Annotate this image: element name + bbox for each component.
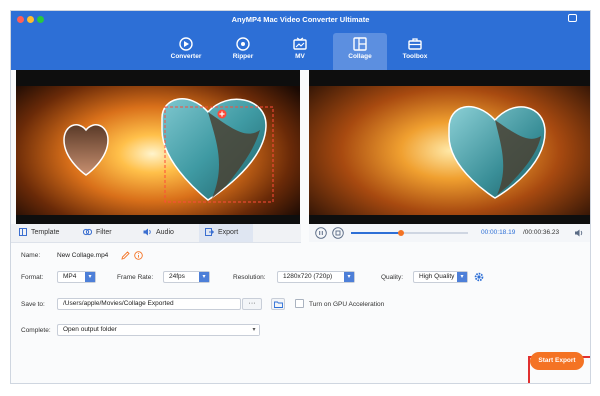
chevron-down-icon: ▾ (344, 272, 354, 282)
progress-fill (351, 232, 402, 234)
tab-filter[interactable]: Filter (82, 224, 112, 242)
chevron-down-icon: ▾ (249, 325, 259, 335)
browse-button[interactable]: ··· (242, 298, 262, 310)
filter-icon (82, 229, 93, 236)
output-preview-image (309, 70, 590, 231)
player-controls: 00:00:18.19 /00:00:36.23 (309, 224, 590, 242)
template-icon (19, 228, 27, 237)
mv-icon (293, 37, 307, 50)
app-window: AnyMP4 Mac Video Converter Ultimate Conv… (10, 10, 591, 384)
open-folder-button[interactable] (271, 298, 285, 310)
quality-value: High Quality (419, 273, 455, 280)
chevron-down-icon: ▾ (85, 272, 95, 282)
gpu-checkbox[interactable] (295, 299, 304, 308)
chevron-down-icon: ▾ (457, 272, 467, 282)
chat-icon[interactable] (568, 14, 577, 22)
nav-label: Toolbox (402, 53, 428, 60)
resolution-value: 1280x720 (720p) (283, 273, 333, 280)
tab-label: Export (218, 229, 239, 236)
tab-audio[interactable]: Audio (143, 224, 174, 242)
total-time: /00:00:36.23 (523, 229, 560, 236)
format-label: Format: (21, 274, 44, 281)
converter-icon (179, 37, 193, 51)
progress-handle[interactable] (398, 230, 405, 236)
collage-edit-preview[interactable] (16, 70, 300, 231)
ripper-icon (236, 37, 250, 51)
frame-rate-select[interactable]: 24fps ▾ (163, 271, 210, 283)
nav-converter[interactable]: Converter (159, 33, 213, 70)
format-value: MP4 (63, 273, 77, 280)
nav-label: Converter (170, 53, 202, 60)
save-path-value: /Users/apple/Movies/Collage Exported (63, 300, 174, 307)
nav-label: MV (295, 53, 305, 60)
gear-icon[interactable] (474, 272, 484, 282)
chevron-down-icon: ▾ (199, 272, 209, 282)
pause-icon[interactable] (315, 227, 327, 239)
nav-collage[interactable]: Collage (333, 33, 387, 70)
complete-value: Open output folder (63, 326, 117, 333)
nav-ripper[interactable]: Ripper (216, 33, 270, 70)
export-icon (205, 228, 215, 237)
info-icon[interactable] (134, 251, 143, 260)
tab-label: Audio (156, 229, 174, 236)
resolution-label: Resolution: (233, 274, 266, 281)
volume-icon[interactable] (574, 228, 584, 238)
quality-label: Quality: (381, 274, 404, 281)
frame-rate-value: 24fps (169, 273, 185, 280)
current-time: 00:00:18.19 (481, 229, 516, 236)
nav-label: Ripper (232, 53, 254, 60)
edit-tabs: Template Filter Audio Export (11, 224, 301, 243)
folder-icon (274, 301, 283, 308)
name-label: Name: (21, 252, 41, 259)
quality-select[interactable]: High Quality ▾ (413, 271, 468, 283)
tab-label: Template (31, 229, 60, 236)
title-bar: AnyMP4 Mac Video Converter Ultimate Conv… (11, 11, 590, 70)
start-export-button[interactable]: Start Export (530, 352, 584, 370)
nav-mv[interactable]: MV (273, 33, 327, 70)
gpu-label: Turn on GPU Acceleration (309, 301, 385, 308)
tab-export[interactable]: Export (199, 224, 253, 242)
collage-output-preview (309, 70, 590, 231)
format-select[interactable]: MP4 ▾ (57, 271, 96, 283)
collage-preview-image (16, 70, 300, 231)
toolbox-icon (408, 38, 422, 50)
save-to-label: Save to: (21, 301, 45, 308)
nav-label: Collage (348, 53, 372, 60)
frame-rate-label: Frame Rate: (117, 274, 154, 281)
browse-label: ··· (248, 300, 256, 307)
window-title: AnyMP4 Mac Video Converter Ultimate (231, 15, 370, 24)
tab-label: Filter (96, 229, 112, 236)
tab-template[interactable]: Template (19, 224, 59, 242)
complete-select[interactable]: Open output folder ▾ (57, 324, 260, 336)
collage-icon (353, 37, 367, 51)
file-name: New Collage.mp4 (57, 252, 109, 259)
audio-icon (143, 228, 151, 236)
edit-name-icon[interactable] (121, 251, 130, 260)
complete-label: Complete: (21, 327, 51, 334)
resolution-select[interactable]: 1280x720 (720p) ▾ (277, 271, 355, 283)
progress-track[interactable] (351, 230, 468, 236)
save-path-input[interactable]: /Users/apple/Movies/Collage Exported (57, 298, 241, 310)
stop-icon[interactable] (332, 227, 344, 239)
nav-toolbox[interactable]: Toolbox (388, 33, 442, 70)
